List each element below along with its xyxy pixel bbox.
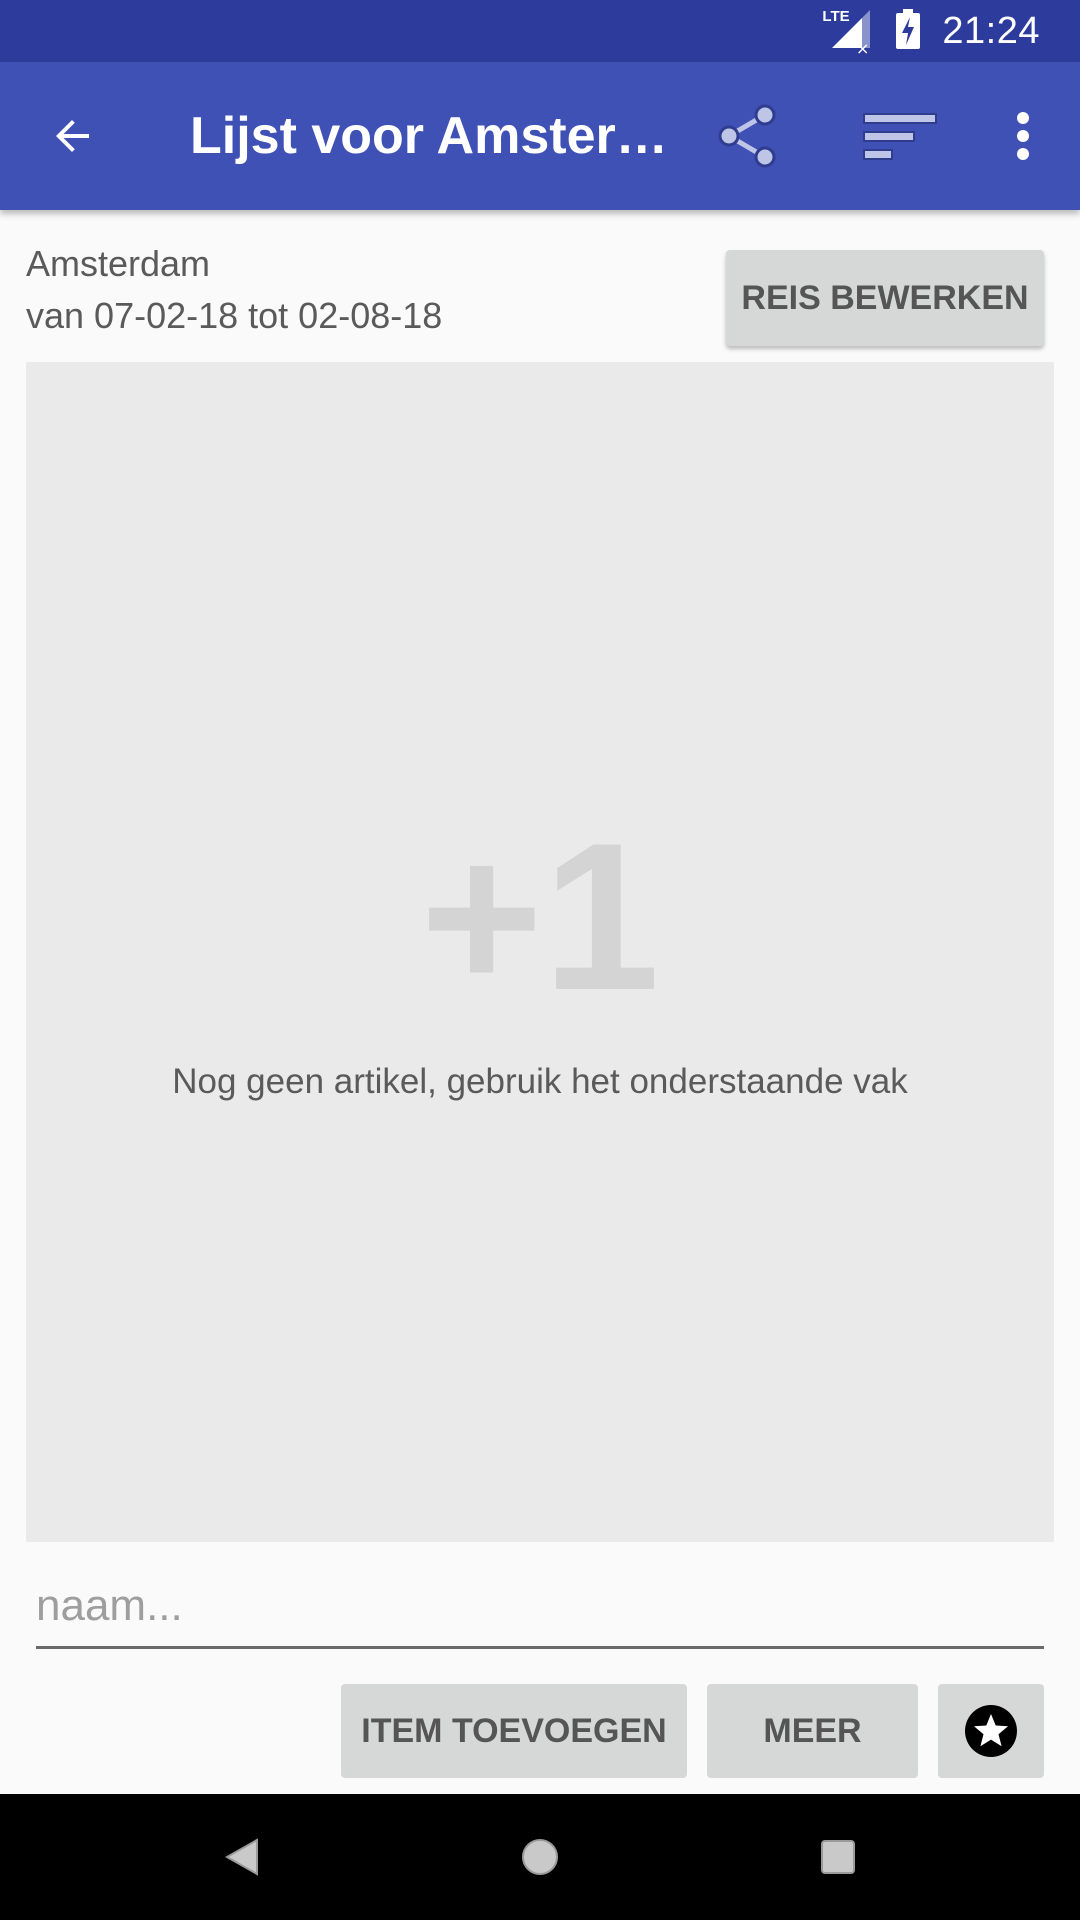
back-button[interactable] xyxy=(18,62,128,210)
trip-info: Amsterdam van 07-02-18 tot 02-08-18 xyxy=(26,238,442,342)
home-nav-icon xyxy=(522,1839,558,1875)
battery-charging-icon xyxy=(896,8,921,54)
item-list-empty-state: +1 Nog geen artikel, gebruik het onderst… xyxy=(26,362,1054,1542)
trip-dates: van 07-02-18 tot 02-08-18 xyxy=(26,295,443,336)
more-button[interactable]: MEER xyxy=(707,1684,918,1778)
sort-icon xyxy=(863,113,937,160)
app-bar: Lijst voor Amster… xyxy=(0,62,1080,210)
status-time: 21:24 xyxy=(942,9,1040,52)
system-nav-bar xyxy=(0,1794,1080,1920)
star-icon xyxy=(965,1705,1017,1757)
empty-counter: +1 xyxy=(420,799,660,1034)
nav-back-button[interactable] xyxy=(182,1794,302,1920)
nav-recents-button[interactable] xyxy=(778,1794,898,1920)
status-bar: LTE × 21:24 xyxy=(0,0,1080,62)
empty-message: Nog geen artikel, gebruik het onderstaan… xyxy=(172,1062,908,1101)
back-arrow-icon xyxy=(56,120,89,152)
overflow-menu-button[interactable] xyxy=(968,62,1078,210)
trip-city: Amsterdam xyxy=(26,243,211,284)
add-item-button[interactable]: ITEM TOEVOEGEN xyxy=(341,1684,687,1778)
nav-home-button[interactable] xyxy=(480,1794,600,1920)
share-icon xyxy=(718,104,776,168)
back-nav-icon xyxy=(225,1838,258,1876)
edit-trip-button[interactable]: REIS BEWERKEN xyxy=(726,250,1044,346)
item-name-input[interactable] xyxy=(36,1566,1044,1649)
share-button[interactable] xyxy=(693,62,803,210)
signal-icon: LTE × xyxy=(822,8,874,54)
svg-text:×: × xyxy=(856,39,869,54)
sort-button[interactable] xyxy=(845,62,955,210)
status-icons: LTE × 21:24 xyxy=(822,0,1040,62)
page-title: Lijst voor Amster… xyxy=(190,107,668,165)
favorites-button[interactable] xyxy=(938,1684,1044,1778)
more-vert-icon xyxy=(1017,112,1029,160)
recents-nav-icon xyxy=(821,1840,855,1874)
